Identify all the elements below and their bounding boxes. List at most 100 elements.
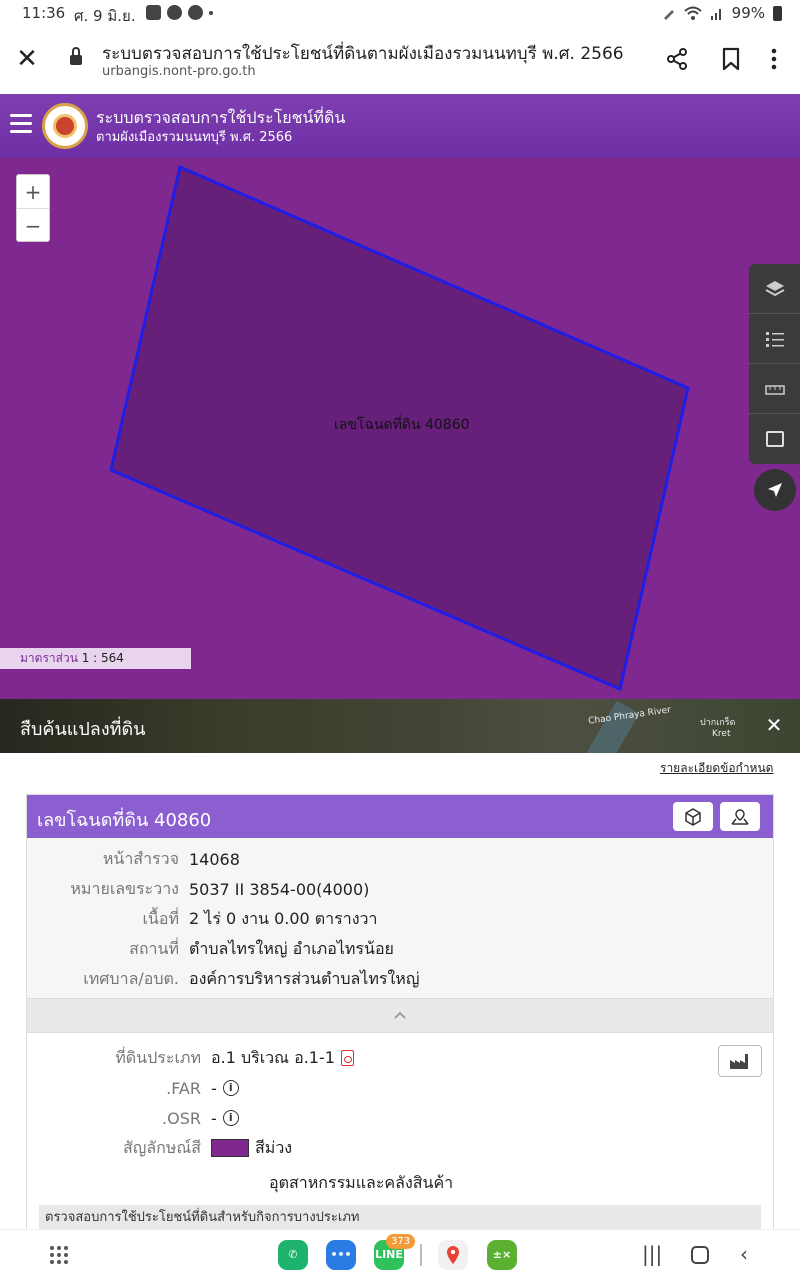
- far-value: -: [211, 1078, 217, 1098]
- page-title[interactable]: ระบบตรวจสอบการใช้ประโยชน์ที่ดินตามผังเมื…: [102, 40, 624, 67]
- more-notifications-dot-icon: [209, 10, 213, 15]
- far-label: .FAR: [166, 1078, 201, 1098]
- color-row: สัญลักษณ์สี สีม่วง: [27, 1133, 773, 1163]
- locate-parcel-button[interactable]: [720, 802, 760, 831]
- industry-check-button[interactable]: [718, 1045, 762, 1077]
- map-view[interactable]: + − เลขโฉนดที่ดิน 40860 มาตราส่วน 1 : 56…: [0, 158, 800, 699]
- parcel-search-panel-header: Chao Phraya River ปากเกร็ด Kret สืบค้นแป…: [0, 699, 800, 753]
- osr-row: .OSR - i: [27, 1103, 773, 1133]
- color-label: สัญลักษณ์สี: [122, 1137, 201, 1157]
- gallery-notification-icon: [146, 5, 161, 20]
- line-notification-icon-2: [188, 5, 203, 20]
- parcel-info-row: เนื้อที่ 2 ไร่ 0 งาน 0.00 ตารางวา: [27, 904, 773, 934]
- close-tab-button[interactable]: ✕: [14, 46, 40, 72]
- osr-value: -: [211, 1108, 217, 1128]
- card-title: เลขโฉนดที่ดิน 40860: [37, 810, 212, 831]
- browser-toolbar: ✕ ระบบตรวจสอบการใช้ประโยชน์ที่ดินตามผังเ…: [0, 28, 800, 94]
- app-header: ระบบตรวจสอบการใช้ประโยชน์ที่ดิน ตามผังเม…: [0, 94, 800, 158]
- parcel-card: เลขโฉนดที่ดิน 40860 หน้าสำรวจ 14068 หมายเล…: [26, 794, 774, 1234]
- measure-button[interactable]: [749, 364, 800, 414]
- color-swatch: [211, 1139, 249, 1157]
- notification-icons: [146, 5, 213, 20]
- recent-apps-button[interactable]: |||: [642, 1242, 662, 1266]
- messages-app-icon[interactable]: •••: [326, 1240, 356, 1270]
- parcel-info-value: 14068: [189, 849, 240, 869]
- pen-icon: [663, 10, 674, 20]
- draw-button[interactable]: [749, 414, 800, 464]
- province-seal-logo: [42, 103, 88, 149]
- list-icon: [765, 331, 784, 347]
- parcel-info-value: ตำบลไทรใหญ่ อำเภอไทรน้อย: [189, 938, 394, 958]
- battery-percent: 99%: [731, 4, 765, 22]
- collapse-toggle[interactable]: [27, 998, 773, 1033]
- parcel-label: เลขโฉนดที่ดิน 40860: [334, 417, 470, 433]
- scale-value: 1 : 564: [81, 651, 124, 665]
- map-toolbar: [749, 264, 800, 464]
- locate-button[interactable]: [754, 469, 796, 511]
- system-nav-bar: ✆ ••• LINE 373 ±× ||| ‹: [0, 1229, 800, 1280]
- lock-icon[interactable]: [70, 47, 82, 65]
- zoom-control: + −: [16, 174, 50, 242]
- parcel-info-label: เนื้อที่: [142, 908, 179, 928]
- page-url[interactable]: urbangis.nont-pro.go.th: [102, 64, 256, 79]
- parcel-info-value: องค์การบริหารส่วนตำบลไทรใหญ่: [189, 968, 420, 988]
- chevron-up-icon: [394, 1011, 406, 1019]
- map-edit-icon: [765, 431, 784, 447]
- parcel-info-value: 5037 II 3854-00(4000): [189, 879, 370, 899]
- zoom-in-button[interactable]: +: [17, 175, 49, 209]
- factory-icon: [730, 1054, 748, 1069]
- card-header: เลขโฉนดที่ดิน 40860: [27, 795, 773, 838]
- info-icon[interactable]: i: [222, 1080, 239, 1096]
- maps-app-icon[interactable]: [438, 1240, 468, 1270]
- date: ศ. 9 มิ.ย.: [74, 7, 136, 25]
- close-panel-button[interactable]: ✕: [764, 713, 784, 737]
- terms-link[interactable]: รายละเอียดข้อกำหนด: [660, 759, 773, 778]
- land-use-section: ที่ดินประเภท อ.1 บริเวณ อ.1-1 .FAR - i .…: [27, 1033, 773, 1199]
- layers-icon: [765, 280, 784, 296]
- parcel-info-row: หมายเลขระวาง 5037 II 3854-00(4000): [27, 874, 773, 904]
- layers-button[interactable]: [749, 264, 800, 314]
- osr-label: .OSR: [162, 1108, 201, 1128]
- home-button[interactable]: [691, 1246, 709, 1264]
- parcel-info-label: หมายเลขระวาง: [70, 878, 179, 898]
- parcel-info: หน้าสำรวจ 14068 หมายเลขระวาง 5037 II 3854-0…: [27, 838, 773, 998]
- land-type-row: ที่ดินประเภท อ.1 บริเวณ อ.1-1: [27, 1043, 773, 1073]
- parcel-info-label: สถานที่: [129, 938, 179, 958]
- legend-button[interactable]: [749, 314, 800, 364]
- far-row: .FAR - i: [27, 1073, 773, 1103]
- ruler-icon: [764, 384, 785, 395]
- clock: 11:36: [22, 4, 66, 22]
- app-drawer-icon[interactable]: [50, 1246, 68, 1264]
- line-notification-icon: [167, 5, 182, 20]
- menu-icon[interactable]: [10, 114, 32, 134]
- scale-label: มาตราส่วน: [20, 651, 78, 665]
- dock-divider: [420, 1244, 422, 1266]
- pdf-icon[interactable]: [340, 1050, 354, 1066]
- map-pin-icon: [447, 1246, 459, 1264]
- battery-icon: [773, 5, 782, 21]
- land-type-label: ที่ดินประเภท: [115, 1047, 201, 1067]
- wifi-icon: [683, 6, 702, 20]
- color-description: อุตสาหกรรมและคลังสินค้า: [269, 1173, 454, 1192]
- panel-title: สืบค้นแปลงที่ดิน: [20, 719, 146, 740]
- satellite-label: Kret: [712, 729, 731, 739]
- more-options-icon[interactable]: [762, 46, 786, 72]
- app-subtitle: ตามผังเมืองรวมนนทบุรี พ.ศ. 2566: [96, 130, 293, 145]
- zoom-out-button[interactable]: −: [17, 209, 49, 243]
- parcel-info-label: เทศบาล/อบต.: [83, 968, 179, 988]
- parcel-info-row: หน้าสำรวจ 14068: [27, 844, 773, 874]
- phone-app-icon[interactable]: ✆: [278, 1240, 308, 1270]
- activity-check-header[interactable]: ตรวจสอบการใช้ประโยชน์ที่ดินสำหรับกิจการบ…: [39, 1205, 761, 1231]
- parcel-info-label: หน้าสำรวจ: [102, 848, 179, 868]
- 3d-view-button[interactable]: [673, 802, 713, 831]
- share-icon[interactable]: [664, 46, 690, 72]
- satellite-label: ปากเกร็ด: [700, 718, 736, 728]
- navigation-arrow-icon: [768, 483, 782, 497]
- bookmark-icon[interactable]: [720, 46, 742, 72]
- line-badge: 373: [386, 1234, 416, 1249]
- cube-icon: [685, 807, 701, 826]
- land-type-value: อ.1 บริเวณ อ.1-1: [211, 1047, 335, 1067]
- calculator-app-icon[interactable]: ±×: [487, 1240, 517, 1270]
- back-button[interactable]: ‹: [740, 1242, 748, 1266]
- info-icon[interactable]: i: [222, 1110, 239, 1126]
